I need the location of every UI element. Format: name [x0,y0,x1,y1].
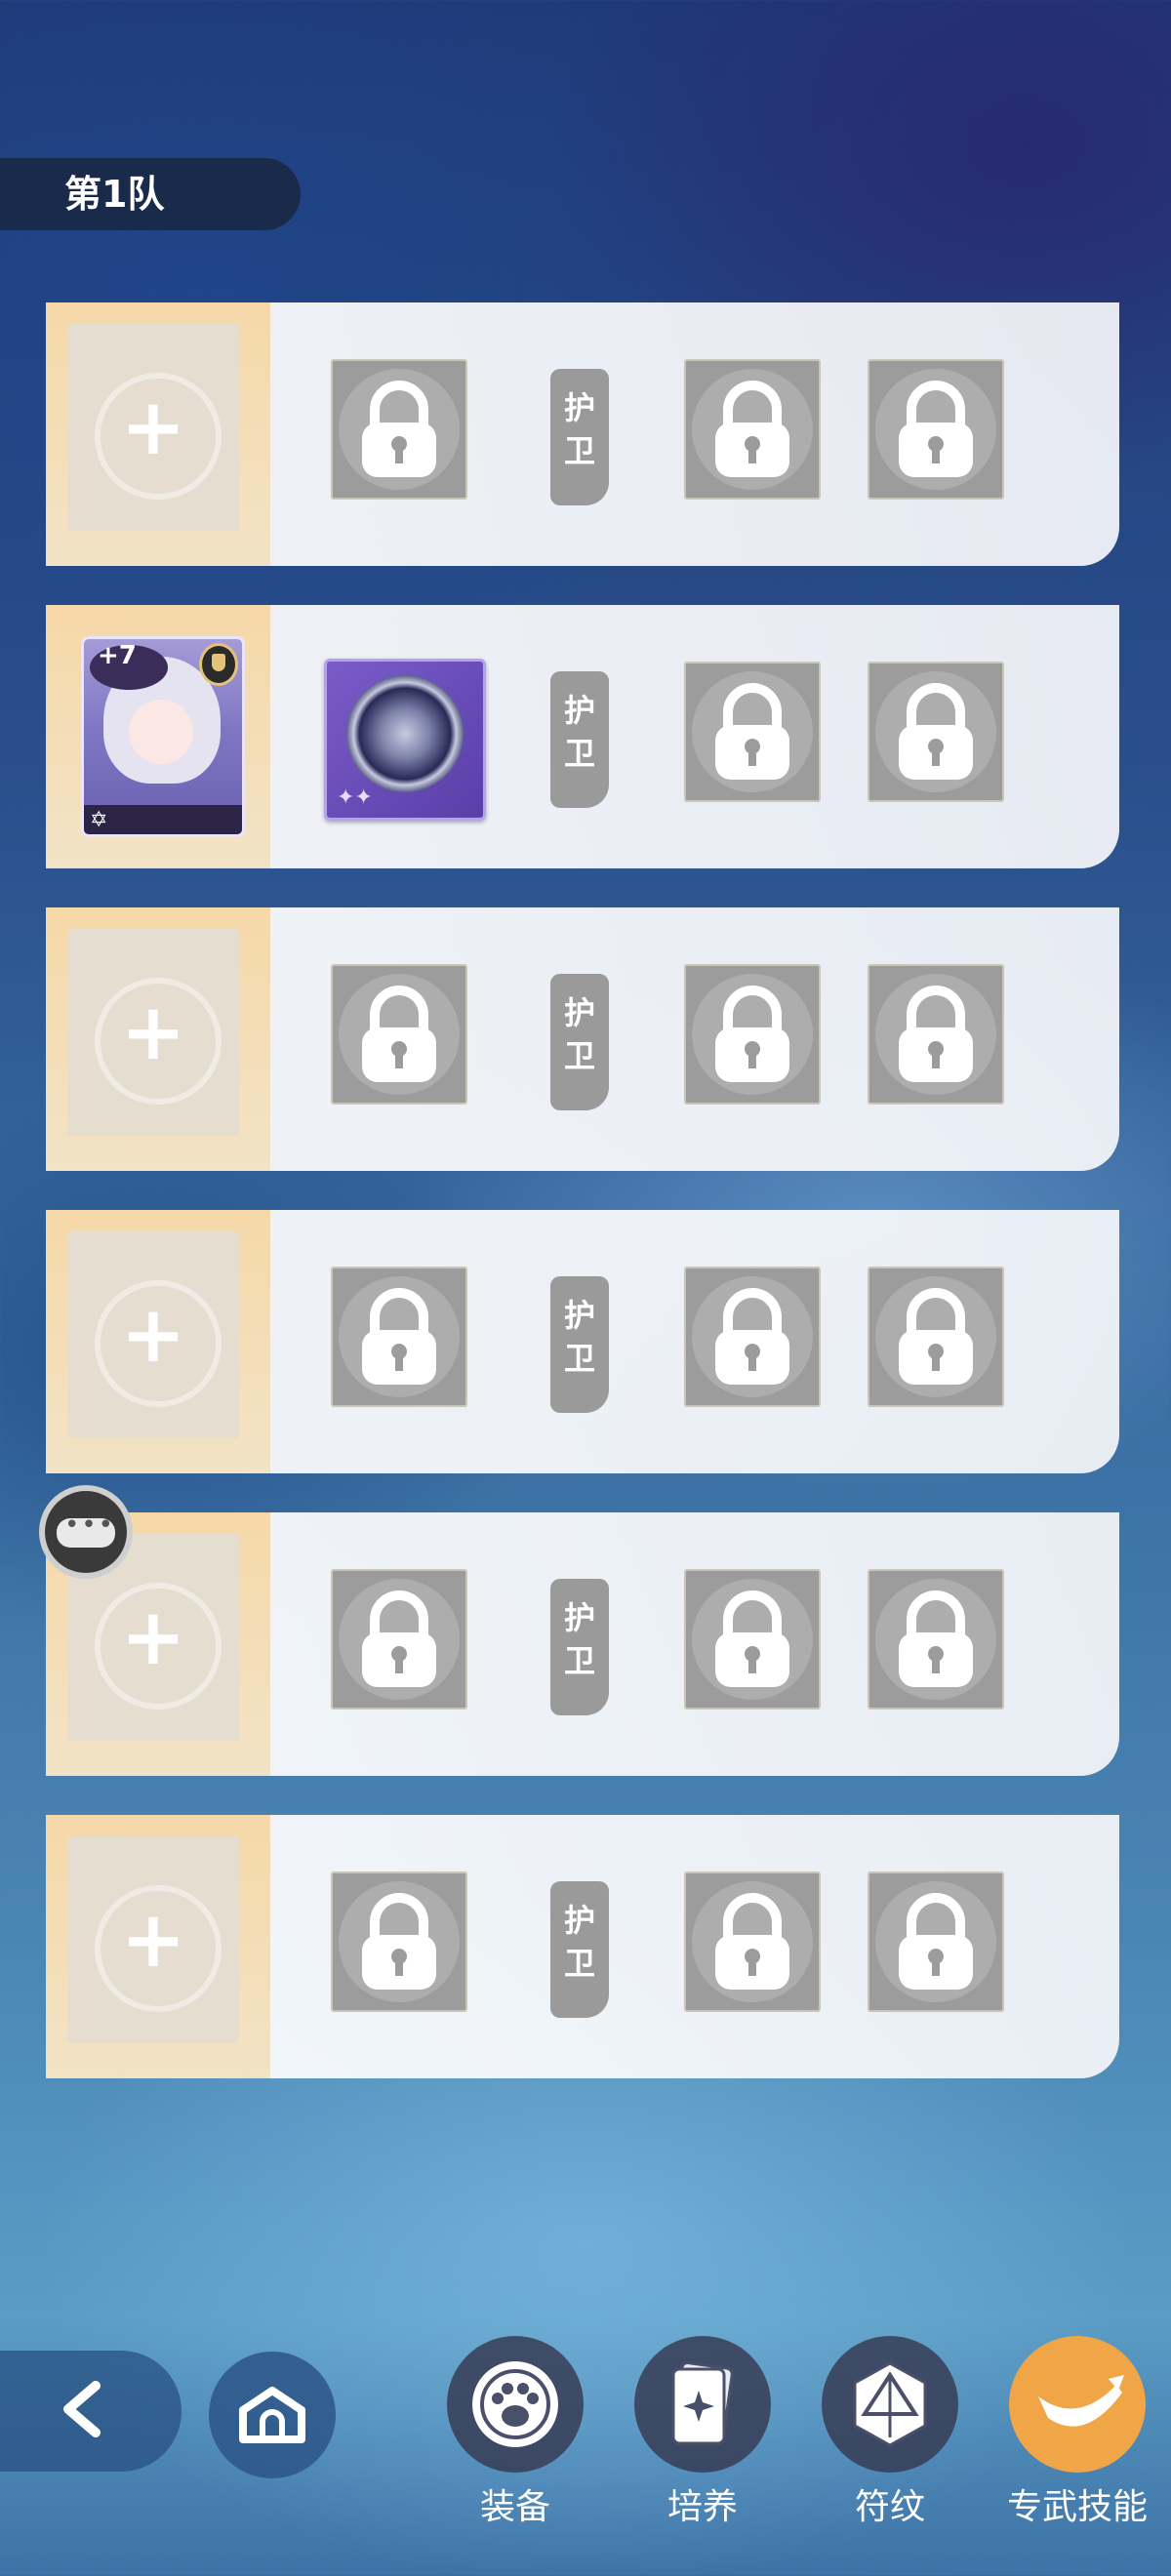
plus-icon: + [120,382,186,472]
team-slot-row-1: + 护卫 [46,302,1119,566]
chevron-left-icon [63,2381,101,2437]
locked-equip-slot[interactable] [331,1267,467,1407]
horn-icon [1038,2375,1124,2427]
lock-icon [362,986,436,1082]
locked-equip-slot[interactable] [868,662,1004,802]
plus-icon: + [120,1894,186,1985]
sparkle-icon: ✦✦ [337,785,373,810]
character-slot-area: +7 ✡ [46,605,270,868]
locked-equip-slot[interactable] [868,1872,1004,2012]
lock-icon [362,1590,436,1687]
add-character-button[interactable]: + [67,1231,239,1438]
locked-equip-slot[interactable] [331,1569,467,1710]
equip-label: 装备 [479,2487,550,2527]
locked-equip-slot[interactable] [684,662,821,802]
team-slot-row-2: +7 ✡ ✦✦ 护卫 [46,605,1119,868]
guard-slot[interactable]: 护卫 [550,1276,609,1413]
home-icon [239,2387,305,2443]
lock-icon [362,1288,436,1385]
guard-slot[interactable]: 护卫 [550,1881,609,2018]
gear-disc-icon [346,675,464,792]
rune-button[interactable] [822,2336,958,2473]
plus-icon: + [120,986,186,1077]
locked-equip-slot[interactable] [868,1267,1004,1407]
lock-icon [899,381,973,477]
home-button[interactable] [209,2352,336,2478]
lock-icon [715,1590,789,1687]
team-tag: 第1队 [0,158,301,230]
back-button[interactable] [0,2351,182,2472]
hero-card[interactable]: +7 ✡ [81,636,245,837]
lock-icon [362,1893,436,1990]
train-label: 培养 [666,2487,738,2527]
card-icon [671,2361,734,2445]
add-character-button[interactable]: + [67,324,239,531]
locked-equip-slot[interactable] [331,359,467,500]
lock-icon [715,1288,789,1385]
lock-icon [899,986,973,1082]
add-character-button[interactable]: + [67,929,239,1136]
lock-icon [899,1893,973,1990]
equipped-gear[interactable]: ✦✦ [324,659,486,821]
character-slot-area: + [46,1210,270,1473]
plus-icon: + [120,1289,186,1380]
locked-equip-slot[interactable] [331,964,467,1105]
guard-slot[interactable]: 护卫 [550,974,609,1110]
locked-equip-slot[interactable] [684,359,821,500]
character-slot-area: + [46,302,270,566]
team-slot-row-3: + 护卫 [46,907,1119,1171]
team-slot-row-5: + 护卫 [46,1512,1119,1776]
team-slot-row-6: + 护卫 [46,1815,1119,2078]
locked-equip-slot[interactable] [684,1569,821,1710]
plus-icon: + [120,1591,186,1682]
lock-icon [715,986,789,1082]
locked-equip-slot[interactable] [684,1267,821,1407]
exclusive-skill-button[interactable] [1009,2336,1146,2473]
lock-icon [715,1893,789,1990]
rune-label: 符纹 [854,2487,925,2527]
locked-equip-slot[interactable] [868,359,1004,500]
train-button[interactable] [634,2336,771,2473]
lock-icon [899,1590,973,1687]
locked-equip-slot[interactable] [868,964,1004,1105]
rune-icon [853,2361,927,2447]
add-character-button[interactable]: + [67,1836,239,2043]
shield-icon [199,643,238,686]
character-slot-area: + [46,907,270,1171]
lock-icon [362,381,436,477]
locked-equip-slot[interactable] [868,1569,1004,1710]
team-slot-row-4: + 护卫 [46,1210,1119,1473]
chat-bubble-button[interactable] [39,1485,133,1579]
chat-icon [57,1510,115,1548]
locked-equip-slot[interactable] [331,1872,467,2012]
paw-icon [472,2361,558,2447]
lock-icon [899,683,973,780]
hero-level: +7 [98,641,137,670]
star-icon: ✡ [90,808,108,832]
lock-icon [899,1288,973,1385]
hero-portrait [129,700,193,764]
guard-slot[interactable]: 护卫 [550,671,609,808]
locked-equip-slot[interactable] [684,964,821,1105]
lock-icon [715,381,789,477]
lock-icon [715,683,789,780]
exclusive-skill-label: 专武技能 [1006,2487,1148,2527]
equip-button[interactable] [447,2336,584,2473]
guard-slot[interactable]: 护卫 [550,1579,609,1715]
character-slot-area: + [46,1815,270,2078]
locked-equip-slot[interactable] [684,1872,821,2012]
guard-slot[interactable]: 护卫 [550,369,609,505]
